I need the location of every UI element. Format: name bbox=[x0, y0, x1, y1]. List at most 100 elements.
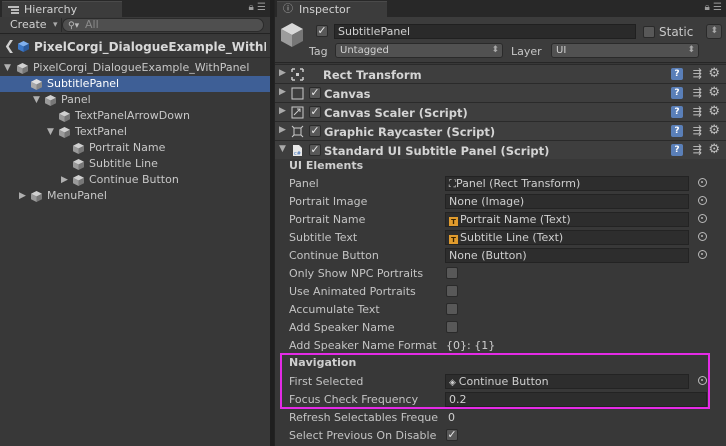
component-enabled-checkbox[interactable]: ✓ bbox=[309, 87, 321, 99]
tree-item-portraitname[interactable]: Portrait Name bbox=[0, 140, 270, 156]
text-field[interactable]: {0}: {1} bbox=[446, 339, 495, 352]
tree-item-root[interactable]: ▼ PixelCorgi_DialogueExample_WithPanel bbox=[0, 60, 270, 76]
tab-hierarchy[interactable]: Hierarchy bbox=[2, 1, 122, 17]
preset-icon[interactable]: ⇶ bbox=[693, 67, 702, 80]
preset-icon[interactable]: ⇶ bbox=[693, 86, 702, 99]
tree-item-continuebutton[interactable]: ▶ Continue Button bbox=[0, 172, 270, 188]
tree-item-subtitlepanel[interactable]: SubtitlePanel bbox=[0, 76, 270, 92]
hierarchy-tab-menu[interactable]: 🔒︎ ☰ bbox=[249, 2, 266, 13]
preset-icon[interactable]: ⇶ bbox=[693, 143, 702, 156]
component-subtitle-panel[interactable]: ▼ c# ✓ Standard UI Subtitle Panel (Scrip… bbox=[275, 140, 726, 159]
object-picker-icon[interactable] bbox=[698, 214, 707, 223]
foldout-arrow-icon[interactable]: ▶ bbox=[279, 87, 286, 97]
component-enabled-checkbox[interactable]: ✓ bbox=[309, 106, 321, 118]
gear-icon[interactable]: ⚙ bbox=[708, 104, 720, 119]
tree-item-panel[interactable]: ▼ Panel bbox=[0, 92, 270, 108]
inspector-tab-menu[interactable]: 🔒︎ ☰ bbox=[705, 2, 722, 13]
component-title: Standard UI Subtitle Panel (Script) bbox=[324, 144, 550, 158]
object-field[interactable]: T Subtitle Line (Text) bbox=[445, 230, 689, 245]
gameobject-cube-icon bbox=[73, 175, 84, 186]
float-field[interactable]: 0 bbox=[448, 411, 455, 424]
foldout-expanded-icon[interactable]: ▼ bbox=[279, 144, 286, 154]
object-picker-icon[interactable] bbox=[698, 178, 707, 187]
menu-icon[interactable]: ☰ bbox=[257, 2, 266, 13]
hierarchy-tabbar: Hierarchy 🔒︎ ☰ bbox=[0, 0, 270, 17]
gameobject-cube-icon bbox=[17, 63, 28, 74]
foldout-arrow-icon[interactable]: ▶ bbox=[279, 68, 286, 78]
static-checkbox[interactable] bbox=[643, 26, 655, 38]
property-use-animated: Use Animated Portraits bbox=[275, 283, 726, 301]
lock-icon[interactable]: 🔒︎ bbox=[705, 2, 710, 13]
object-field[interactable]: None (Image) bbox=[445, 194, 689, 209]
preset-icon[interactable]: ⇶ bbox=[693, 105, 702, 118]
lock-icon[interactable]: 🔒︎ bbox=[249, 2, 254, 13]
toggle-checkbox[interactable] bbox=[446, 267, 458, 279]
section-ui-elements: UI Elements bbox=[289, 159, 364, 172]
tree-item-label: SubtitlePanel bbox=[47, 77, 120, 90]
gameobject-cube-icon bbox=[31, 191, 42, 202]
component-canvas-scaler[interactable]: ▶ ✓ Canvas Scaler (Script) ? ⇶ ⚙ bbox=[275, 102, 726, 121]
foldout-arrow-icon[interactable]: ▶ bbox=[279, 106, 286, 116]
gear-icon[interactable]: ⚙ bbox=[708, 123, 720, 138]
gameobject-cube-icon bbox=[73, 159, 84, 170]
foldout-arrow-icon[interactable]: ▶ bbox=[279, 125, 286, 135]
expand-arrow-icon[interactable]: ▼ bbox=[47, 124, 54, 140]
help-icon[interactable]: ? bbox=[671, 106, 683, 118]
menu-icon[interactable]: ☰ bbox=[713, 2, 722, 13]
object-field[interactable]: ⛶Panel (Rect Transform) bbox=[445, 176, 689, 191]
tag-label: Tag bbox=[309, 45, 328, 58]
tree-item-textpanel[interactable]: ▼ TextPanel bbox=[0, 124, 270, 140]
object-field[interactable]: None (Button) bbox=[445, 248, 689, 263]
collapsed-arrow-icon[interactable]: ▶ bbox=[61, 172, 68, 188]
layer-value: UI bbox=[556, 45, 567, 56]
toggle-checkbox-checked[interactable]: ✓ bbox=[446, 429, 458, 441]
collapsed-arrow-icon[interactable]: ▶ bbox=[19, 188, 26, 204]
toggle-checkbox[interactable] bbox=[446, 321, 458, 333]
tab-inspector[interactable]: ⓘ Inspector bbox=[277, 1, 387, 17]
object-picker-icon[interactable] bbox=[698, 250, 707, 259]
gear-icon[interactable]: ⚙ bbox=[708, 142, 720, 157]
property-label: Select Previous On Disable bbox=[289, 429, 437, 442]
component-graphic-raycaster[interactable]: ▶ ✓ Graphic Raycaster (Script) ? ⇶ ⚙ bbox=[275, 121, 726, 140]
property-label: Continue Button bbox=[289, 249, 379, 262]
object-picker-icon[interactable] bbox=[698, 232, 707, 241]
component-enabled-checkbox[interactable]: ✓ bbox=[309, 125, 321, 137]
layer-label: Layer bbox=[511, 45, 542, 58]
create-button[interactable]: Create bbox=[4, 18, 62, 32]
tree-item-label: Portrait Name bbox=[89, 141, 166, 154]
toggle-checkbox[interactable] bbox=[446, 285, 458, 297]
text-component-icon: T bbox=[449, 217, 458, 226]
tree-item-label: Subtitle Line bbox=[89, 157, 158, 170]
static-dropdown[interactable] bbox=[706, 24, 722, 39]
tree-item-textpanelarrowdown[interactable]: TextPanelArrowDown bbox=[0, 108, 270, 124]
component-title: Rect Transform bbox=[323, 68, 422, 82]
tree-item-subtitleline[interactable]: Subtitle Line bbox=[0, 156, 270, 172]
toggle-checkbox[interactable] bbox=[446, 303, 458, 315]
object-name-field[interactable]: SubtitlePanel bbox=[334, 24, 636, 39]
tag-dropdown[interactable]: Untagged bbox=[335, 43, 503, 58]
active-checkbox[interactable]: ✓ bbox=[316, 25, 328, 37]
object-picker-icon[interactable] bbox=[698, 196, 707, 205]
help-icon[interactable]: ? bbox=[671, 68, 683, 80]
tree-item-label: MenuPanel bbox=[47, 189, 107, 202]
help-icon[interactable]: ? bbox=[671, 125, 683, 137]
preset-icon[interactable]: ⇶ bbox=[693, 124, 702, 137]
help-icon[interactable]: ? bbox=[671, 87, 683, 99]
back-arrow-icon[interactable]: ❮ bbox=[4, 39, 15, 54]
gear-icon[interactable]: ⚙ bbox=[708, 66, 720, 81]
scene-breadcrumb: ❮ PixelCorgi_DialogueExample_WithP bbox=[0, 36, 270, 58]
gear-icon[interactable]: ⚙ bbox=[708, 85, 720, 100]
property-portrait-image: Portrait Image None (Image) bbox=[275, 193, 726, 211]
help-icon[interactable]: ? bbox=[671, 144, 683, 156]
expand-arrow-icon[interactable]: ▼ bbox=[4, 60, 11, 76]
hierarchy-list-icon bbox=[8, 6, 19, 14]
expand-arrow-icon[interactable]: ▼ bbox=[33, 92, 40, 108]
object-field[interactable]: T Portrait Name (Text) bbox=[445, 212, 689, 227]
component-canvas[interactable]: ▶ ✓ Canvas ? ⇶ ⚙ bbox=[275, 83, 726, 102]
tree-item-label: TextPanel bbox=[75, 125, 127, 138]
component-enabled-checkbox[interactable]: ✓ bbox=[309, 144, 321, 156]
layer-dropdown[interactable]: UI bbox=[551, 43, 699, 58]
tree-item-menupanel[interactable]: ▶ MenuPanel bbox=[0, 188, 270, 204]
component-rect-transform[interactable]: ▶ Rect Transform ? ⇶ ⚙ bbox=[275, 64, 726, 83]
hierarchy-search-input[interactable]: ⚲▾ All bbox=[62, 18, 264, 32]
